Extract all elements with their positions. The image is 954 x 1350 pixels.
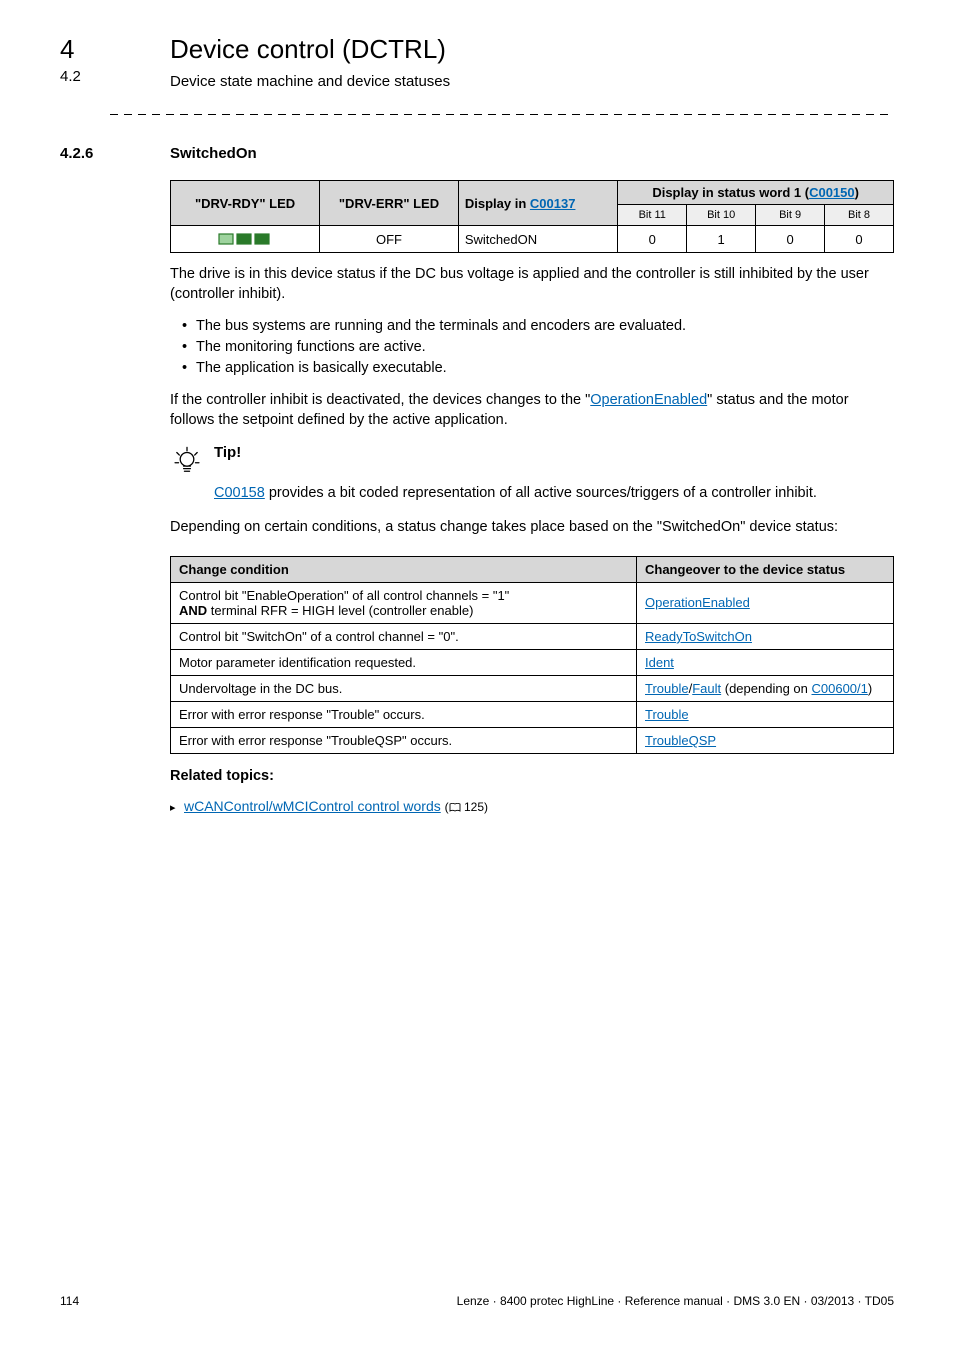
page-number: 114 bbox=[60, 1294, 79, 1308]
link-status[interactable]: OperationEnabled bbox=[645, 595, 750, 610]
led-status-icon-cell bbox=[171, 226, 320, 253]
bullet-item: The monitoring functions are active. bbox=[184, 337, 894, 358]
para-operation: If the controller inhibit is deactivated… bbox=[170, 391, 894, 430]
chapter-number: 4 bbox=[60, 34, 74, 65]
tip-body: C00158 provides a bit coded representati… bbox=[214, 484, 894, 504]
sub-bit9: Bit 9 bbox=[756, 205, 825, 226]
table-row: Control bit "SwitchOn" of a control chan… bbox=[171, 623, 894, 649]
table-row: Control bit "EnableOperation" of all con… bbox=[171, 582, 894, 623]
change-cell: TroubleQSP bbox=[637, 727, 894, 753]
conditions-table: Change condition Changeover to the devic… bbox=[170, 556, 894, 754]
cond-text: Control bit "EnableOperation" of all con… bbox=[179, 588, 509, 603]
tip-body-text: provides a bit coded representation of a… bbox=[265, 485, 817, 501]
related-item: wCANControl/wMCIControl control words ( … bbox=[170, 798, 894, 816]
link-related[interactable]: wCANControl/wMCIControl control words bbox=[184, 798, 441, 814]
link-c00150[interactable]: C00150 bbox=[809, 185, 855, 200]
link-status[interactable]: Trouble bbox=[645, 707, 689, 722]
status-table: "DRV-RDY" LED "DRV-ERR" LED Display in C… bbox=[170, 180, 894, 253]
table-row: Motor parameter identification requested… bbox=[171, 649, 894, 675]
cell-display-in: SwitchedON bbox=[458, 226, 617, 253]
subsection-number: 4.2 bbox=[60, 68, 81, 85]
bullet-item: The bus systems are running and the term… bbox=[184, 316, 894, 337]
cell-bit11: 0 bbox=[618, 226, 687, 253]
related-heading: Related topics: bbox=[170, 768, 894, 784]
footer: 114 Lenze · 8400 protec HighLine · Refer… bbox=[60, 1294, 894, 1308]
link-status[interactable]: ReadyToSwitchOn bbox=[645, 629, 752, 644]
change-cell: OperationEnabled bbox=[637, 582, 894, 623]
footer-meta: Lenze · 8400 protec HighLine · Reference… bbox=[457, 1294, 894, 1308]
bullet-item: The application is basically executable. bbox=[184, 358, 894, 379]
status-word-text: Display in status word 1 ( bbox=[652, 185, 809, 200]
related-ref: 125) bbox=[464, 800, 488, 814]
cell-bit8: 0 bbox=[825, 226, 894, 253]
bullet-list: The bus systems are running and the term… bbox=[170, 316, 894, 379]
link-c00137[interactable]: C00137 bbox=[530, 196, 576, 211]
col-status-word: Display in status word 1 (C00150) bbox=[618, 181, 894, 205]
table-row: Error with error response "Trouble" occu… bbox=[171, 701, 894, 727]
link-status[interactable]: Ident bbox=[645, 655, 674, 670]
link-status[interactable]: C00600/1 bbox=[812, 681, 868, 696]
cond-text: terminal RFR = HIGH level (controller en… bbox=[207, 603, 473, 618]
link-status[interactable]: Fault bbox=[692, 681, 721, 696]
sep-text: (depending on bbox=[721, 681, 811, 696]
cell-bit9: 0 bbox=[756, 226, 825, 253]
cell-bit10: 1 bbox=[687, 226, 756, 253]
section-title: SwitchedOn bbox=[170, 145, 894, 162]
sub-bit8: Bit 8 bbox=[825, 205, 894, 226]
table-row: Undervoltage in the DC bus. Trouble/Faul… bbox=[171, 675, 894, 701]
book-icon bbox=[449, 802, 461, 816]
para-conditions: Depending on certain conditions, a statu… bbox=[170, 518, 894, 538]
col-changeover: Changeover to the device status bbox=[637, 556, 894, 582]
change-cell: Trouble bbox=[637, 701, 894, 727]
tip-block: Tip! bbox=[170, 444, 894, 482]
change-cell: Trouble/Fault (depending on C00600/1) bbox=[637, 675, 894, 701]
tip-label: Tip! bbox=[214, 444, 241, 461]
cond-cell: Control bit "EnableOperation" of all con… bbox=[171, 582, 637, 623]
table-row: Error with error response "TroubleQSP" o… bbox=[171, 727, 894, 753]
col-drv-err: "DRV-ERR" LED bbox=[320, 181, 459, 226]
col-condition: Change condition bbox=[171, 556, 637, 582]
link-status[interactable]: TroubleQSP bbox=[645, 733, 716, 748]
change-cell: Ident bbox=[637, 649, 894, 675]
link-status[interactable]: Trouble bbox=[645, 681, 689, 696]
divider bbox=[110, 114, 894, 115]
led-status-icon bbox=[217, 230, 273, 248]
para-op-a: If the controller inhibit is deactivated… bbox=[170, 392, 590, 408]
change-cell: ReadyToSwitchOn bbox=[637, 623, 894, 649]
sep-text: ) bbox=[868, 681, 872, 696]
status-word-close: ) bbox=[855, 185, 859, 200]
col-drv-rdy: "DRV-RDY" LED bbox=[171, 181, 320, 226]
col-display-in: Display in C00137 bbox=[458, 181, 617, 226]
para-intro: The drive is in this device status if th… bbox=[170, 265, 894, 304]
cond-cell: Error with error response "Trouble" occu… bbox=[171, 701, 637, 727]
lightbulb-icon bbox=[170, 444, 204, 482]
cond-cell: Undervoltage in the DC bus. bbox=[171, 675, 637, 701]
cond-cell: Error with error response "TroubleQSP" o… bbox=[171, 727, 637, 753]
chapter-title: Device control (DCTRL) bbox=[170, 34, 894, 65]
cond-bold: AND bbox=[179, 603, 207, 618]
subsection-title: Device state machine and device statuses bbox=[170, 73, 894, 90]
sub-bit11: Bit 11 bbox=[618, 205, 687, 226]
cond-cell: Motor parameter identification requested… bbox=[171, 649, 637, 675]
sub-bit10: Bit 10 bbox=[687, 205, 756, 226]
link-c00158[interactable]: C00158 bbox=[214, 485, 265, 501]
cond-cell: Control bit "SwitchOn" of a control chan… bbox=[171, 623, 637, 649]
cell-drv-err: OFF bbox=[320, 226, 459, 253]
section-number: 4.2.6 bbox=[60, 145, 93, 162]
link-operationenabled[interactable]: OperationEnabled bbox=[590, 392, 707, 408]
display-in-text: Display in bbox=[465, 196, 530, 211]
